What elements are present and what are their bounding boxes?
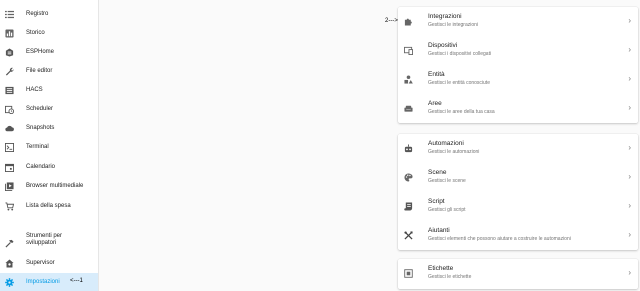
sidebar-item-impostazioni[interactable]: Impostazioni <---1 [0, 273, 98, 291]
settings-row-subtitle: Gestisci le entità conosciute [428, 80, 490, 86]
chevron-right-icon: › [628, 74, 631, 83]
settings-row-dispositivi[interactable]: Dispositivi Gestisci i dispositivi colle… [398, 37, 638, 65]
robot-icon [404, 144, 413, 153]
gear-icon [5, 277, 14, 287]
sidebar-item-snapshots[interactable]: Snapshots [0, 119, 98, 137]
sidebar-item-browser-multimediale[interactable]: Browser multimediale [0, 177, 98, 195]
settings-row-script[interactable]: Script Gestisci gli script › [398, 193, 638, 221]
settings-row-subtitle: Gestisci gli script [428, 207, 466, 213]
chevron-right-icon: › [628, 201, 631, 210]
cloud-icon [5, 124, 14, 133]
puzzle-icon [404, 17, 413, 26]
settings-row-title: Scene [428, 169, 447, 176]
settings-row-subtitle: Gestisci elementi che possono aiutare a … [428, 236, 571, 242]
sidebar-item-label: Scheduler [26, 105, 54, 112]
label-icon [404, 269, 413, 278]
sidebar-item-esphome[interactable]: ESPHome [0, 43, 98, 61]
list-icon [5, 10, 14, 19]
sidebar-item-lista-della-spesa[interactable]: Lista della spesa [0, 197, 98, 215]
sidebar-item-label: ESPHome [26, 48, 55, 55]
settings-row-title: Automazioni [428, 140, 464, 147]
chevron-right-icon: › [628, 172, 631, 181]
sidebar-item-label: Strumenti per sviluppatori [26, 233, 63, 246]
sidebar-item-label: Registro [26, 10, 49, 17]
palette-icon [404, 173, 413, 182]
sidebar-item-label: Terminal [26, 143, 49, 150]
hammer-icon [5, 239, 14, 248]
calendar-icon [5, 163, 14, 172]
settings-row-title: Etichette [428, 265, 454, 272]
esphome-icon [5, 47, 14, 57]
wrench-icon [5, 67, 14, 76]
chevron-right-icon: › [628, 103, 631, 112]
settings-row-title: Aiutanti [428, 227, 450, 234]
sidebar-item-label: Supervisor [26, 259, 55, 266]
sidebar: Registro Storico ESPHome File editor HAC… [0, 0, 99, 291]
chevron-right-icon: › [628, 230, 631, 239]
settings-row-integrazioni[interactable]: Integrazioni Gestisci le integrazioni › [398, 8, 638, 36]
settings-row-title: Script [428, 198, 445, 205]
sidebar-item-label: Impostazioni [26, 278, 60, 285]
settings-row-entita[interactable]: Entità Gestisci le entità conosciute › [398, 66, 638, 94]
sidebar-item-label: Lista della spesa [26, 202, 71, 209]
sidebar-item-label: Storico [26, 29, 45, 36]
sidebar-item-registro[interactable]: Registro [0, 5, 98, 23]
settings-row-subtitle: Gestisci i dispositivi collegati [428, 51, 492, 57]
media-icon [5, 181, 14, 191]
sidebar-item-calendario[interactable]: Calendario [0, 158, 98, 176]
sidebar-item-label: File editor [26, 67, 53, 74]
settings-row-aiutanti[interactable]: Aiutanti Gestisci elementi che possono a… [398, 222, 638, 250]
hacs-icon [5, 86, 14, 95]
tools-icon [404, 231, 413, 240]
sidebar-item-label: HACS [26, 86, 43, 93]
settings-row-automazioni[interactable]: Automazioni Gestisci le automazioni › [398, 135, 638, 163]
sidebar-item-label: Snapshots [26, 124, 55, 131]
sidebar-item-storico[interactable]: Storico [0, 24, 98, 42]
sidebar-item-file-editor[interactable]: File editor [0, 62, 98, 80]
chevron-right-icon: › [628, 16, 631, 25]
console-icon [5, 142, 14, 152]
sidebar-item-hacs[interactable]: HACS [0, 81, 98, 99]
annotation-arrow-1: <---1 [70, 278, 83, 284]
devices-icon [404, 46, 413, 55]
sidebar-item-terminal[interactable]: Terminal [0, 138, 98, 156]
calendar-clock-icon [5, 105, 14, 114]
settings-row-etichette[interactable]: Etichette Gestisci le etichette › [398, 260, 638, 288]
sidebar-item-label: Browser multimediale [26, 182, 84, 189]
settings-row-title: Dispositivi [428, 42, 458, 49]
settings-group-labels: Etichette Gestisci le etichette › [398, 259, 638, 289]
shapes-icon [404, 75, 413, 84]
sidebar-item-strumenti-per-sviluppatori[interactable]: Strumenti per sviluppatori [0, 229, 98, 253]
cart-icon [5, 201, 14, 211]
home-assistant-icon [5, 258, 14, 268]
sofa-icon [404, 104, 413, 113]
settings-group-devices: Integrazioni Gestisci le integrazioni › … [398, 7, 638, 123]
settings-row-subtitle: Gestisci le aree della tua casa [428, 109, 495, 115]
settings-group-automations: Automazioni Gestisci le automazioni › Sc… [398, 134, 638, 250]
settings-row-title: Integrazioni [428, 13, 462, 20]
sidebar-item-label: Calendario [26, 163, 56, 170]
settings-row-subtitle: Gestisci le automazioni [428, 149, 480, 155]
chevron-right-icon: › [628, 45, 631, 54]
sidebar-item-supervisor[interactable]: Supervisor [0, 254, 98, 272]
settings-row-subtitle: Gestisci le etichette [428, 274, 472, 280]
sidebar-item-scheduler[interactable]: Scheduler [0, 100, 98, 118]
settings-row-aree[interactable]: Aree Gestisci le aree della tua casa › [398, 95, 638, 123]
chevron-right-icon: › [628, 268, 631, 277]
chevron-right-icon: › [628, 143, 631, 152]
settings-row-scene[interactable]: Scene Gestisci le scene › [398, 164, 638, 192]
settings-row-subtitle: Gestisci le scene [428, 178, 466, 184]
script-icon [404, 202, 413, 211]
settings-row-title: Aree [428, 100, 442, 107]
chart-box-icon [5, 28, 14, 38]
settings-row-title: Entità [428, 71, 445, 78]
settings-row-subtitle: Gestisci le integrazioni [428, 22, 479, 28]
annotation-arrow-2: 2---> [385, 18, 398, 24]
